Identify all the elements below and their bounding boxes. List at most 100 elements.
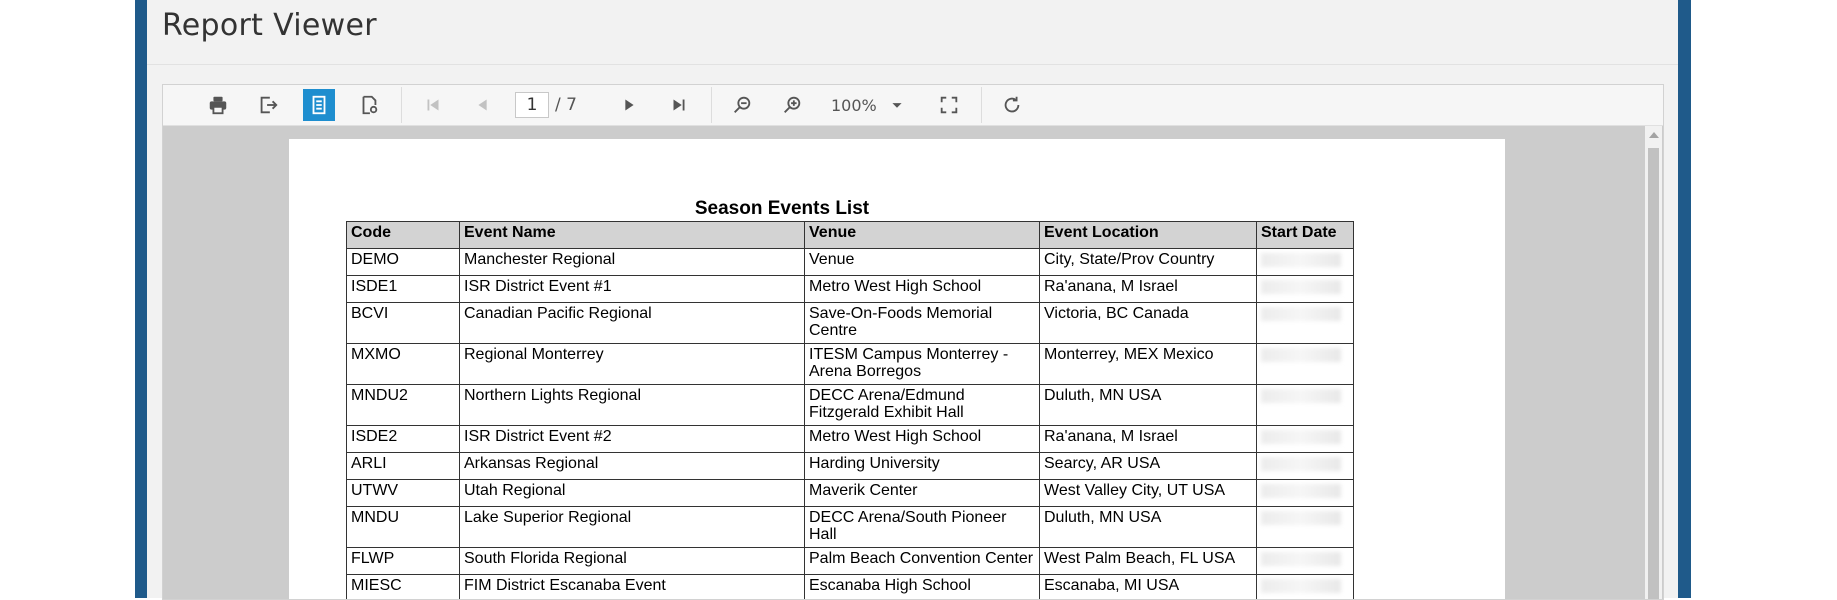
zoom-in-icon	[784, 96, 801, 113]
table-row: ARLI Arkansas Regional Harding Universit…	[346, 452, 1354, 480]
title-divider	[147, 64, 1678, 65]
table-row: UTWV Utah Regional Maverik Center West V…	[346, 479, 1354, 507]
page-setup-icon	[362, 95, 378, 115]
cell-code: MXMO	[346, 343, 460, 385]
report-viewer-panel: Report Viewer 1 / 7 100% Season Events L…	[147, 0, 1678, 600]
refresh-icon	[1004, 96, 1020, 113]
redacted-date	[1261, 389, 1341, 403]
page-number-input[interactable]	[515, 92, 549, 118]
cell-code: DEMO	[346, 248, 460, 276]
fit-page-button[interactable]	[933, 89, 965, 121]
cell-event-name: Northern Lights Regional	[459, 384, 805, 426]
toolbar-separator	[981, 87, 982, 123]
cell-venue: Metro West High School	[804, 275, 1040, 303]
report-viewer: / 7	[162, 84, 1664, 600]
cell-venue: Escanaba High School	[804, 574, 1040, 599]
toolbar-separator	[711, 87, 712, 123]
chevron-down-icon	[892, 103, 902, 108]
printer-icon	[209, 96, 227, 115]
next-page-button[interactable]	[613, 89, 645, 121]
refresh-button[interactable]	[996, 89, 1028, 121]
cell-event-name: Arkansas Regional	[459, 452, 805, 480]
redacted-date	[1261, 579, 1341, 593]
cell-venue: DECC Arena/Edmund Fitzgerald Exhibit Hal…	[804, 384, 1040, 426]
cell-code: BCVI	[346, 302, 460, 344]
cell-code: MIESC	[346, 574, 460, 599]
previous-page-button[interactable]	[467, 89, 499, 121]
cell-start-date	[1256, 302, 1354, 344]
cell-start-date	[1256, 425, 1354, 453]
cell-location: Duluth, MN USA	[1039, 384, 1257, 426]
column-header: Start Date	[1256, 221, 1354, 249]
document-icon	[312, 95, 326, 115]
cell-location: Searcy, AR USA	[1039, 452, 1257, 480]
redacted-date	[1261, 430, 1341, 444]
cell-event-name: Utah Regional	[459, 479, 805, 507]
zoom-dropdown-button[interactable]	[881, 89, 913, 121]
last-page-button[interactable]	[663, 89, 695, 121]
cell-venue: Harding University	[804, 452, 1040, 480]
print-button[interactable]	[202, 89, 234, 121]
cell-location: West Palm Beach, FL USA	[1039, 547, 1257, 575]
fit-page-icon	[940, 96, 958, 114]
report-title: Season Events List	[289, 198, 1289, 220]
cell-location: City, State/Prov Country	[1039, 248, 1257, 276]
cell-event-name: South Florida Regional	[459, 547, 805, 575]
next-icon	[625, 99, 634, 111]
table-row: ISDE2 ISR District Event #2 Metro West H…	[346, 425, 1354, 453]
column-header: Event Name	[459, 221, 805, 249]
cell-venue: Maverik Center	[804, 479, 1040, 507]
cell-event-name: Canadian Pacific Regional	[459, 302, 805, 344]
scroll-up-arrow[interactable]	[1649, 132, 1659, 138]
page-setup-button[interactable]	[353, 89, 385, 121]
vertical-scrollbar[interactable]	[1645, 126, 1662, 599]
cell-venue: Save-On-Foods Memorial Centre	[804, 302, 1040, 344]
column-header: Venue	[804, 221, 1040, 249]
toolbar-separator	[401, 87, 402, 123]
cell-location: Ra'anana, M Israel	[1039, 425, 1257, 453]
cell-start-date	[1256, 452, 1354, 480]
table-row: MNDU2 Northern Lights Regional DECC Aren…	[346, 384, 1354, 426]
cell-event-name: ISR District Event #2	[459, 425, 805, 453]
zoom-out-icon	[734, 96, 751, 113]
cell-code: MNDU2	[346, 384, 460, 426]
skip-last-icon	[673, 99, 685, 111]
cell-venue: Metro West High School	[804, 425, 1040, 453]
cell-location: Victoria, BC Canada	[1039, 302, 1257, 344]
print-layout-button[interactable]	[303, 89, 335, 121]
column-header: Code	[346, 221, 460, 249]
cell-code: ARLI	[346, 452, 460, 480]
skip-first-icon	[427, 99, 439, 111]
page-title: Report Viewer	[162, 8, 377, 43]
first-page-button[interactable]	[417, 89, 449, 121]
viewer-toolbar: / 7	[163, 85, 1663, 126]
cell-start-date	[1256, 248, 1354, 276]
cell-venue: DECC Arena/South Pioneer Hall	[804, 506, 1040, 548]
report-canvas[interactable]: Season Events List Code Event Name Venue	[163, 126, 1663, 599]
cell-location: Duluth, MN USA	[1039, 506, 1257, 548]
cell-venue: Venue	[804, 248, 1040, 276]
cell-event-name: Lake Superior Regional	[459, 506, 805, 548]
table-row: DEMO Manchester Regional Venue City, Sta…	[346, 248, 1354, 276]
export-icon	[260, 96, 278, 114]
redacted-date	[1261, 511, 1341, 525]
cell-start-date	[1256, 343, 1354, 385]
cell-start-date	[1256, 506, 1354, 548]
zoom-in-button[interactable]	[776, 89, 808, 121]
redacted-date	[1261, 307, 1341, 321]
page-total: / 7	[555, 95, 577, 115]
cell-event-name: FIM District Escanaba Event	[459, 574, 805, 599]
cell-code: ISDE1	[346, 275, 460, 303]
zoom-out-button[interactable]	[726, 89, 758, 121]
cell-code: MNDU	[346, 506, 460, 548]
table-row: BCVI Canadian Pacific Regional Save-On-F…	[346, 302, 1354, 344]
scroll-thumb[interactable]	[1648, 148, 1659, 599]
cell-event-name: ISR District Event #1	[459, 275, 805, 303]
table-row: MXMO Regional Monterrey ITESM Campus Mon…	[346, 343, 1354, 385]
cell-code: UTWV	[346, 479, 460, 507]
previous-icon	[478, 99, 487, 111]
zoom-level[interactable]: 100%	[831, 96, 877, 115]
export-button[interactable]	[252, 89, 284, 121]
cell-event-name: Manchester Regional	[459, 248, 805, 276]
cell-venue: ITESM Campus Monterrey - Arena Borregos	[804, 343, 1040, 385]
